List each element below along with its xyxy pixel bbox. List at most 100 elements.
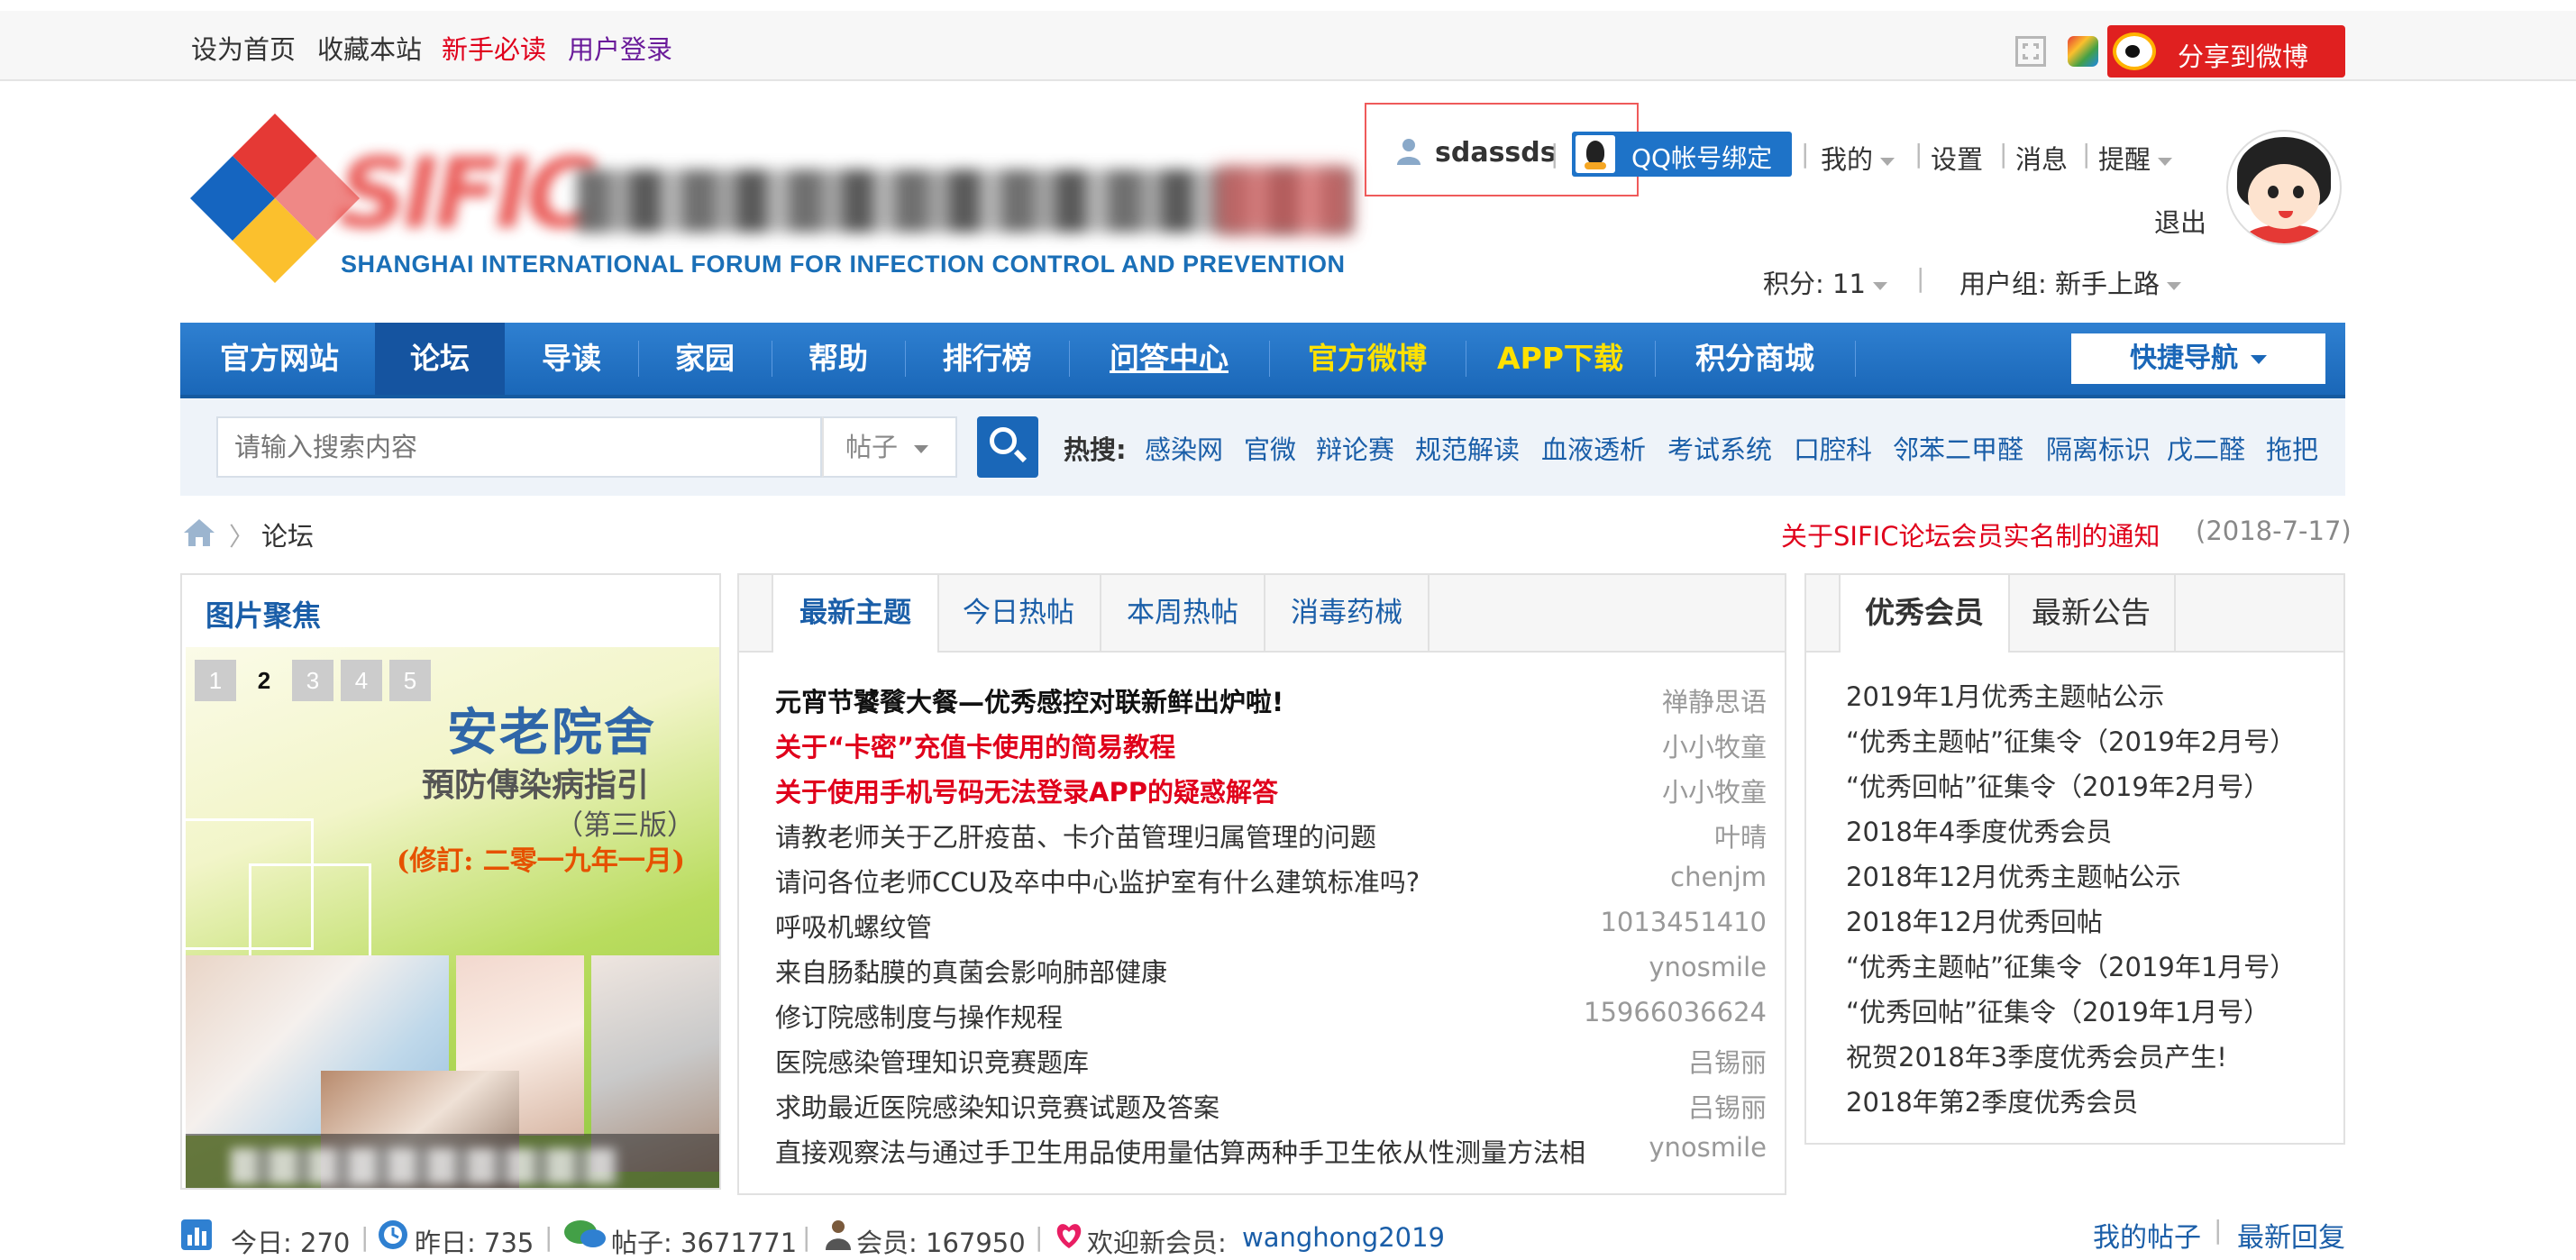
hot-term-link[interactable]: 规范解读 [1415,429,1520,467]
quick-nav-button[interactable]: 快捷导航 [2071,333,2325,384]
thread-author[interactable]: 15966036624 [1584,997,1767,1027]
thread-author[interactable]: chenjm [1670,862,1767,892]
thread-row[interactable]: 来自肠黏膜的真菌会影响肺部健康 ynosmile [775,952,1767,995]
avatar[interactable] [2226,130,2342,245]
nav-forum[interactable]: 论坛 [375,323,505,395]
hot-term-link[interactable]: 戊二醛 [2167,429,2245,467]
hot-term-link[interactable]: 考试系统 [1667,429,1772,467]
thread-author[interactable]: 吕锡丽 [1688,1087,1767,1125]
image-slide[interactable]: 安老院舍 預防傳染病指引 （第三版） (修訂: 二零一九年一月) [182,647,719,1188]
my-menu[interactable]: 我的 [1821,139,1895,177]
thread-author[interactable]: 吕锡丽 [1688,1042,1767,1080]
slide-number-button[interactable]: 1 [195,660,236,701]
nav-home[interactable]: 家园 [638,323,772,395]
thread-author[interactable]: 小小牧童 [1662,726,1767,764]
fullscreen-icon[interactable] [2015,36,2046,67]
announcement-item[interactable]: 2019年1月优秀主题帖公示 [1846,676,2164,714]
user-login-link[interactable]: 用户登录 [568,29,672,67]
nav-help[interactable]: 帮助 [772,323,905,395]
thread-title[interactable]: 求助最近医院感染知识竞赛试题及答案 [775,1087,1219,1125]
announcement-item[interactable]: 祝贺2018年3季度优秀会员产生! [1846,1036,2227,1074]
remind-menu[interactable]: 提醒 [2098,139,2173,177]
thread-title[interactable]: 请教老师关于乙肝疫苗、卡介苗管理归属管理的问题 [775,817,1376,854]
settings-link[interactable]: 设置 [1931,139,1983,177]
thread-row[interactable]: 医院感染管理知识竞赛题库 吕锡丽 [775,1042,1767,1085]
announcement-item[interactable]: 2018年12月优秀回帖 [1846,901,2103,939]
thread-title[interactable]: 直接观察法与通过手卫生用品使用量估算两种手卫生依从性测量方法相 [775,1132,1585,1170]
points-menu[interactable]: 积分: 11 [1763,263,1887,301]
slide-number-button[interactable]: 2 [243,660,285,701]
announcement-item[interactable]: 2018年4季度优秀会员 [1846,811,2112,849]
announcement-item[interactable]: 2018年第2季度优秀会员 [1846,1082,2138,1119]
announcement-item[interactable]: “优秀回帖”征集令（2019年1月号） [1846,991,2270,1029]
announcement-item[interactable]: 2018年12月优秀主题帖公示 [1846,856,2181,894]
thread-author[interactable]: 禅静思语 [1662,681,1767,719]
hot-term-link[interactable]: 血液透析 [1541,429,1646,467]
thread-row[interactable]: 关于“卡密”充值卡使用的简易教程 小小牧童 [775,726,1767,770]
new-member-link[interactable]: wanghong2019 [1242,1222,1445,1253]
tab-latest-topics[interactable]: 最新主题 [772,575,939,653]
nav-points-mall[interactable]: 积分商城 [1655,323,1855,395]
search-input[interactable] [216,416,822,478]
thread-row[interactable]: 请问各位老师CCU及卒中中心监护室有什么建筑标准吗? chenjm [775,862,1767,905]
nav-qa-center[interactable]: 问答中心 [1069,323,1269,395]
nav-leaderboard[interactable]: 排行榜 [905,323,1069,395]
thread-title[interactable]: 元宵节饕餮大餐—优秀感控对联新鲜出炉啦! [775,681,1283,719]
my-posts-link[interactable]: 我的帖子 [2093,1215,2201,1255]
thread-row[interactable]: 求助最近医院感染知识竞赛试题及答案 吕锡丽 [775,1087,1767,1130]
site-logo[interactable]: SIFIC SHANGHAI INTERNATIONAL FORUM FOR I… [180,106,1352,305]
tab-disinfection[interactable]: 消毒药械 [1265,575,1430,651]
tab-excellent-members[interactable]: 优秀会员 [1839,575,2010,653]
thread-author[interactable]: ynosmile [1649,952,1767,982]
announcement-item[interactable]: “优秀回帖”征集令（2019年2月号） [1846,766,2270,804]
hot-term-link[interactable]: 官微 [1244,429,1296,467]
thread-author[interactable]: 1013451410 [1600,907,1767,937]
thread-row[interactable]: 请教老师关于乙肝疫苗、卡介苗管理归属管理的问题 叶晴 [775,817,1767,860]
share-to-weibo-button[interactable]: 分享到微博 [2107,25,2345,78]
qq-account-bind-button[interactable]: QQ帐号绑定 [1572,132,1792,177]
hot-term-link[interactable]: 感染网 [1145,429,1223,467]
thread-author[interactable]: 叶晴 [1714,817,1767,854]
username-link[interactable]: sdassds [1435,137,1557,169]
thread-title[interactable]: 医院感染管理知识竞赛题库 [775,1042,1089,1080]
theme-color-icon[interactable] [2068,36,2098,67]
thread-row[interactable]: 呼吸机螺纹管 1013451410 [775,907,1767,950]
announcement-link[interactable]: 关于SIFIC论坛会员实名制的通知 [1781,516,2160,553]
bookmark-link[interactable]: 收藏本站 [317,29,422,67]
latest-replies-link[interactable]: 最新回复 [2237,1215,2345,1255]
thread-row[interactable]: 关于使用手机号码无法登录APP的疑惑解答 小小牧童 [775,772,1767,815]
hot-term-link[interactable]: 拖把 [2266,429,2318,467]
home-icon[interactable] [182,517,216,548]
search-button[interactable] [977,416,1038,478]
logout-link[interactable]: 退出 [2154,202,2206,240]
messages-link[interactable]: 消息 [2015,139,2068,177]
hot-term-link[interactable]: 邻苯二甲醛 [1893,429,2023,467]
hot-term-link[interactable]: 辩论赛 [1316,429,1394,467]
set-homepage-link[interactable]: 设为首页 [191,29,296,67]
newbie-guide-link[interactable]: 新手必读 [442,29,546,67]
thread-title[interactable]: 来自肠黏膜的真菌会影响肺部健康 [775,952,1167,990]
thread-author[interactable]: 小小牧童 [1662,772,1767,809]
search-type-select[interactable]: 帖子 [822,416,957,478]
tab-latest-announcements[interactable]: 最新公告 [2008,575,2176,651]
thread-title[interactable]: 关于“卡密”充值卡使用的简易教程 [775,726,1175,764]
announcement-item[interactable]: “优秀主题帖”征集令（2019年1月号） [1846,946,2296,984]
announcement-item[interactable]: “优秀主题帖”征集令（2019年2月号） [1846,721,2296,759]
thread-title[interactable]: 关于使用手机号码无法登录APP的疑惑解答 [775,772,1278,809]
thread-row[interactable]: 修订院感制度与操作规程 15966036624 [775,997,1767,1040]
tab-today-hot[interactable]: 今日热帖 [937,575,1101,651]
thread-title[interactable]: 请问各位老师CCU及卒中中心监护室有什么建筑标准吗? [775,862,1420,899]
slide-number-button[interactable]: 4 [341,660,382,701]
hot-term-link[interactable]: 口腔科 [1794,429,1872,467]
user-group-menu[interactable]: 用户组: 新手上路 [1959,263,2181,301]
thread-title[interactable]: 呼吸机螺纹管 [775,907,932,945]
nav-app-download[interactable]: APP下载 [1466,323,1655,395]
nav-official-weibo[interactable]: 官方微博 [1269,323,1466,395]
nav-guide[interactable]: 导读 [505,323,638,395]
hot-term-link[interactable]: 隔离标识 [2046,429,2151,467]
slide-number-button[interactable]: 3 [292,660,333,701]
nav-official-site[interactable]: 官方网站 [180,323,379,395]
slide-number-button[interactable]: 5 [389,660,431,701]
thread-author[interactable]: ynosmile [1649,1132,1767,1163]
thread-title[interactable]: 修订院感制度与操作规程 [775,997,1063,1035]
